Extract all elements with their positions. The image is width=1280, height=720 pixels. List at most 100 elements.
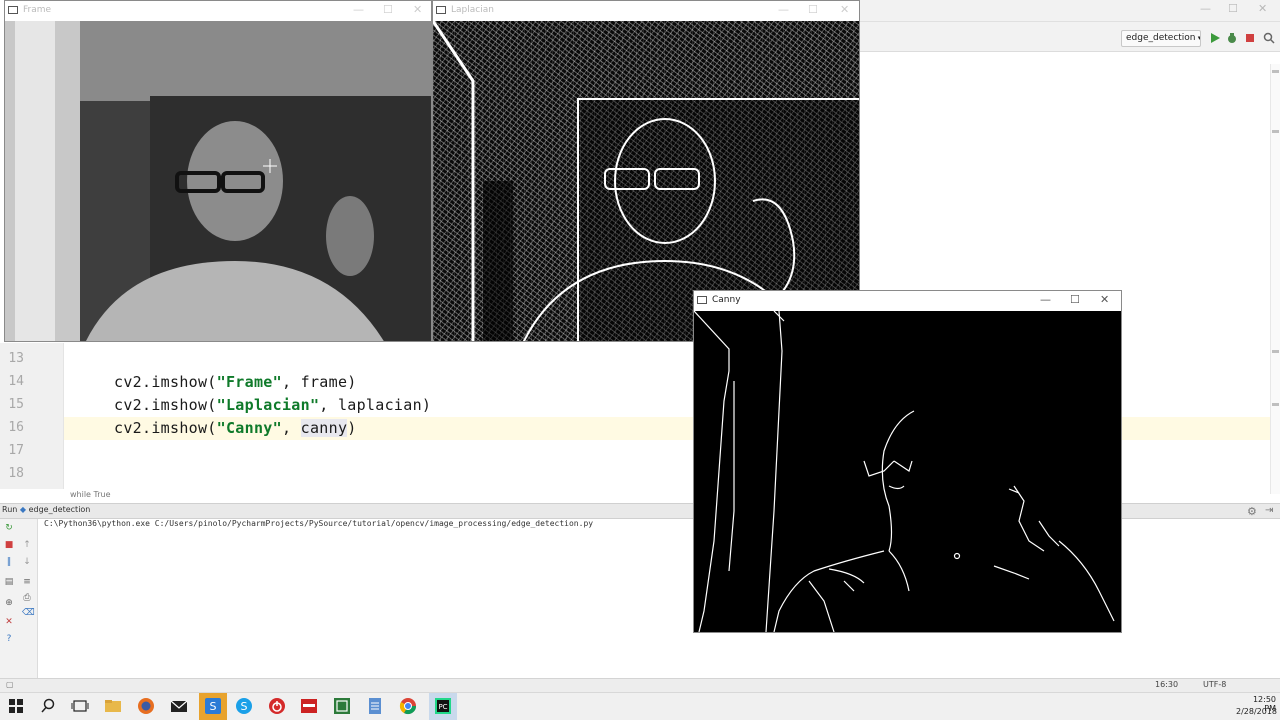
- close-button[interactable]: ✕: [840, 3, 849, 16]
- line-number: 18: [8, 466, 24, 481]
- scroll-marker: [1272, 350, 1279, 353]
- file-encoding[interactable]: UTF-8: [1203, 680, 1226, 689]
- laplacian-title-bar[interactable]: Laplacian — ☐ ✕: [433, 1, 859, 21]
- window-icon: [436, 6, 446, 14]
- notepad-icon[interactable]: [366, 697, 384, 715]
- run-tab[interactable]: Run ◆ edge_detection: [2, 505, 90, 514]
- frame-title-bar[interactable]: Frame — ☐ ✕: [5, 1, 431, 21]
- code-line[interactable]: cv2.imshow("Laplacian", laplacian): [114, 396, 431, 414]
- file-explorer-icon[interactable]: [104, 697, 122, 715]
- pause-icon[interactable]: ‖: [4, 557, 14, 567]
- code-text: cv2.imshow(: [114, 396, 217, 414]
- scroll-down-icon[interactable]: ↓: [22, 557, 32, 567]
- chrome-icon[interactable]: [399, 697, 417, 715]
- task-view-icon[interactable]: [71, 697, 89, 715]
- canny-window[interactable]: Canny — ☐ ✕: [693, 290, 1122, 633]
- ide-minimize-button[interactable]: —: [1200, 2, 1211, 15]
- code-text: cv2.imshow(: [114, 419, 217, 437]
- rerun-icon[interactable]: ↻: [4, 523, 14, 533]
- layout-icon[interactable]: ▤: [4, 577, 14, 587]
- soft-wrap-icon[interactable]: ≡: [22, 577, 32, 587]
- stop-icon[interactable]: ■: [4, 540, 14, 550]
- ide-close-button[interactable]: ✕: [1258, 2, 1267, 15]
- skype-icon[interactable]: S: [235, 697, 253, 715]
- close-button[interactable]: ✕: [1100, 293, 1109, 306]
- code-string: "Laplacian": [216, 396, 320, 414]
- gear-icon[interactable]: ⚙: [1247, 505, 1257, 518]
- code-text: ,: [281, 419, 301, 437]
- webcam-frame-image: [5, 21, 431, 341]
- windows-start-icon[interactable]: [7, 697, 25, 715]
- editor-scrollbar[interactable]: [1270, 64, 1280, 494]
- breadcrumb[interactable]: while True: [70, 490, 111, 499]
- code-line[interactable]: cv2.imshow("Canny", canny): [114, 419, 357, 437]
- svg-text:S: S: [241, 700, 248, 713]
- window-title: Frame: [23, 5, 52, 15]
- scroll-up-icon[interactable]: ↑: [22, 540, 32, 550]
- window-title: Canny: [712, 295, 741, 305]
- print-icon[interactable]: ⎙: [22, 593, 32, 603]
- canny-title-bar[interactable]: Canny — ☐ ✕: [694, 291, 1121, 311]
- run-tab-config: edge_detection: [28, 505, 91, 514]
- window-icon: [697, 296, 707, 304]
- scroll-marker: [1272, 70, 1279, 73]
- webcam-frame-picture: [5, 21, 431, 341]
- code-string: "Canny": [216, 419, 282, 437]
- canny-edge-image: [694, 311, 1121, 632]
- ide-title-bar: [860, 0, 1280, 22]
- close-button[interactable]: ✕: [413, 3, 422, 16]
- console-command-line: C:\Python36\python.exe C:/Users/pinolo/P…: [44, 519, 594, 528]
- maximize-button[interactable]: ☐: [808, 3, 818, 16]
- minimize-button[interactable]: —: [1040, 293, 1051, 306]
- frame-window[interactable]: Frame — ☐ ✕: [4, 0, 432, 342]
- run-configuration-label: edge_detection: [1126, 33, 1196, 43]
- taskbar-clock-date[interactable]: 2/28/2018: [1236, 707, 1277, 716]
- run-icon[interactable]: [1208, 31, 1222, 45]
- green-app-icon[interactable]: [333, 697, 351, 715]
- debug-icon[interactable]: [1225, 31, 1239, 45]
- caret-position[interactable]: 16:30: [1155, 680, 1178, 689]
- svg-text:PC: PC: [438, 703, 447, 711]
- close-icon[interactable]: ✕: [4, 617, 14, 627]
- svg-text:S: S: [210, 700, 217, 713]
- ide-maximize-button[interactable]: ☐: [1228, 2, 1238, 15]
- status-tool-icon[interactable]: ▢: [6, 680, 14, 689]
- python-icon: ◆: [17, 505, 29, 514]
- line-number: 14: [8, 374, 24, 389]
- window-icon: [8, 6, 18, 14]
- scroll-marker: [1272, 403, 1279, 406]
- hide-panel-icon[interactable]: ⇥: [1265, 505, 1273, 516]
- code-text: , frame): [281, 373, 357, 391]
- clear-icon[interactable]: ⌫: [22, 608, 35, 618]
- skype-business-icon[interactable]: S: [204, 697, 222, 715]
- code-text: , laplacian): [319, 396, 432, 414]
- code-line[interactable]: cv2.imshow("Frame", frame): [114, 373, 357, 391]
- search-icon[interactable]: [39, 697, 57, 715]
- maximize-button[interactable]: ☐: [383, 3, 393, 16]
- run-tab-label: Run: [2, 505, 18, 514]
- pin-icon[interactable]: ⊕: [4, 598, 14, 608]
- help-icon[interactable]: ?: [4, 634, 14, 644]
- line-number: 15: [8, 397, 24, 412]
- line-number: 13: [8, 351, 24, 366]
- code-text: cv2.imshow(: [114, 373, 217, 391]
- search-everywhere-icon[interactable]: [1262, 31, 1276, 45]
- firefox-icon[interactable]: [137, 697, 155, 715]
- stop-icon[interactable]: [1243, 31, 1257, 45]
- windows-taskbar: [0, 692, 1280, 720]
- mail-icon[interactable]: [170, 697, 188, 715]
- status-bar: [0, 678, 1280, 692]
- maximize-button[interactable]: ☐: [1070, 293, 1080, 306]
- red-app-icon[interactable]: [300, 697, 318, 715]
- run-configuration-select[interactable]: edge_detection ▾: [1121, 30, 1201, 47]
- canny-picture: [694, 311, 1115, 632]
- minimize-button[interactable]: —: [353, 3, 364, 16]
- power-icon[interactable]: [268, 697, 286, 715]
- minimize-button[interactable]: —: [778, 3, 789, 16]
- line-number: 17: [8, 443, 24, 458]
- line-number: 16: [8, 420, 24, 435]
- code-variable-highlight: canny: [300, 419, 348, 437]
- window-title: Laplacian: [451, 5, 494, 15]
- chevron-down-icon: ▾: [1195, 34, 1201, 42]
- pycharm-icon[interactable]: PC: [434, 697, 452, 715]
